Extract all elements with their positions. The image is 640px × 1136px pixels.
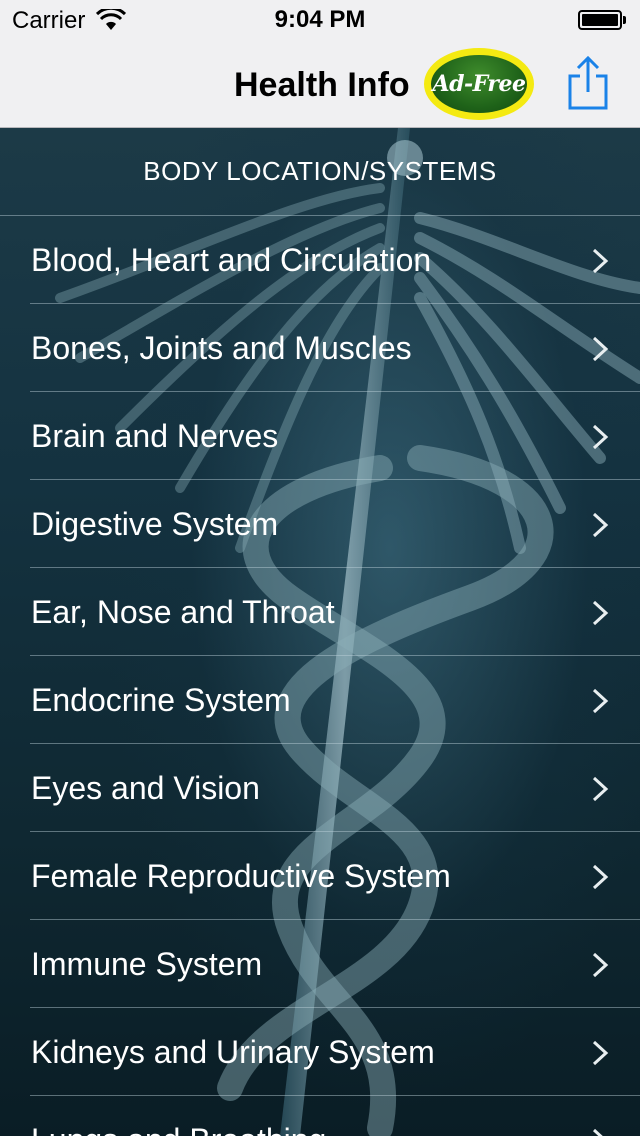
page-title: Health Info [234, 66, 410, 104]
list-item[interactable]: Female Reproductive System [0, 832, 640, 920]
chevron-right-icon [592, 248, 609, 274]
list-item[interactable]: Endocrine System [0, 656, 640, 744]
list-item[interactable]: Eyes and Vision [0, 744, 640, 832]
list-item-label: Ear, Nose and Throat [31, 593, 335, 630]
list-item-label: Lungs and Breathing [31, 1122, 326, 1136]
screen: Carrier 9:04 PM Health Info Ad-Free BODY… [0, 0, 640, 1136]
list-item-label: Immune System [31, 945, 263, 982]
chevron-right-icon [592, 688, 609, 714]
list-item-label: Bones, Joints and Muscles [31, 329, 412, 366]
navigation-bar: Carrier 9:04 PM Health Info Ad-Free [0, 0, 640, 128]
list-item[interactable]: Bones, Joints and Muscles [0, 304, 640, 392]
chevron-right-icon [592, 600, 609, 626]
list-item-label: Brain and Nerves [31, 417, 279, 454]
chevron-right-icon [592, 424, 609, 450]
share-icon[interactable] [566, 56, 610, 110]
chevron-right-icon [592, 776, 609, 802]
section-header-label: BODY LOCATION/SYSTEMS [143, 156, 497, 186]
list-item[interactable]: Brain and Nerves [0, 392, 640, 480]
chevron-right-icon [592, 336, 609, 362]
ad-free-badge-label: Ad-Free [431, 55, 527, 113]
list-item-label: Endocrine System [31, 681, 291, 718]
list-item-label: Eyes and Vision [31, 769, 260, 806]
chevron-right-icon [592, 512, 609, 538]
chevron-right-icon [592, 1128, 603, 1136]
section-header: BODY LOCATION/SYSTEMS [0, 128, 640, 216]
chevron-right-icon [592, 864, 609, 890]
list-item-label: Kidneys and Urinary System [31, 1033, 435, 1070]
list-item[interactable]: Ear, Nose and Throat [0, 568, 640, 656]
list-item[interactable]: Blood, Heart and Circulation [0, 216, 640, 304]
list-item-label: Digestive System [31, 505, 279, 542]
chevron-right-icon [592, 952, 609, 978]
body-systems-list: Blood, Heart and Circulation Bones, Join… [0, 216, 640, 1136]
list-item[interactable]: Lungs and Breathing [0, 1096, 640, 1136]
chevron-right-icon [592, 1040, 609, 1066]
list-item[interactable]: Digestive System [0, 480, 640, 568]
status-time: 9:04 PM [274, 6, 366, 33]
list-item[interactable]: Kidneys and Urinary System [0, 1008, 640, 1096]
list-item[interactable]: Immune System [0, 920, 640, 1008]
status-bar: Carrier 9:04 PM [0, 0, 640, 40]
list-item-label: Blood, Heart and Circulation [31, 241, 432, 278]
battery-icon [578, 10, 626, 30]
list-item-label: Female Reproductive System [31, 857, 451, 894]
ad-free-badge-button[interactable]: Ad-Free [424, 48, 534, 120]
